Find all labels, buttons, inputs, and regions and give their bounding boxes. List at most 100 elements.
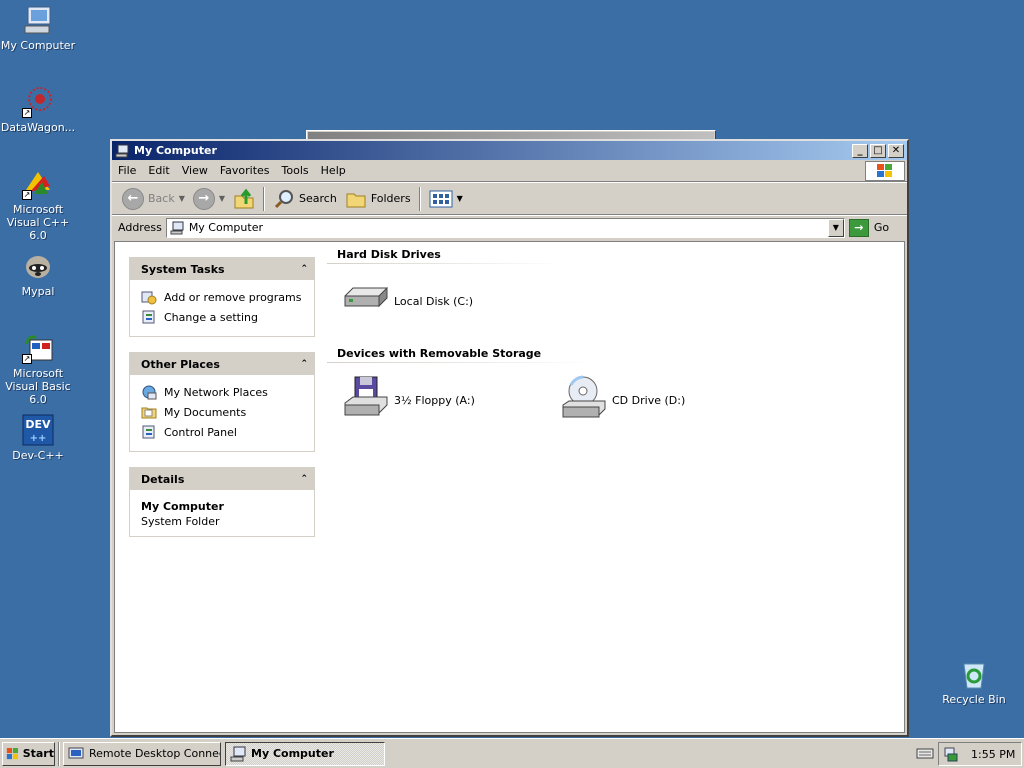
content-pane: System Tasks ⌃ Add or remove programs Ch… [114, 241, 905, 733]
cd-drive-d-item[interactable]: CD Drive (D:) [559, 375, 685, 425]
back-button[interactable]: ← Back ▼ [118, 186, 189, 212]
taskbar-my-computer[interactable]: My Computer [225, 741, 385, 766]
start-button[interactable]: Start [2, 741, 55, 766]
group-divider [327, 263, 563, 264]
title-bar[interactable]: My Computer _ □ ✕ [112, 141, 907, 160]
my-network-places-link[interactable]: My Network Places [141, 382, 304, 402]
menu-favorites[interactable]: Favorites [214, 164, 276, 177]
windows-logo-icon [865, 161, 905, 181]
details-type: System Folder [141, 515, 220, 528]
go-button[interactable]: → Go [848, 218, 889, 237]
menu-edit[interactable]: Edit [142, 164, 175, 177]
system-tasks-header[interactable]: System Tasks ⌃ [130, 258, 314, 280]
svg-text:DEV: DEV [25, 418, 51, 431]
desktop-icon-visual-basic[interactable]: ↗ Microsoft Visual Basic 6.0 [0, 332, 76, 406]
svg-text:++: ++ [30, 433, 47, 444]
control-panel-icon [142, 310, 155, 324]
other-places-header[interactable]: Other Places ⌃ [130, 353, 314, 375]
my-computer-window: My Computer _ □ ✕ File Edit View Favorit… [110, 139, 909, 737]
menu-help[interactable]: Help [315, 164, 352, 177]
documents-folder-icon [141, 407, 157, 419]
toolbar: ← Back ▼ → ▼ Search Folders ▼ [112, 182, 907, 215]
removable-storage-heading: Devices with Removable Storage [337, 347, 542, 360]
window-title: My Computer [134, 144, 217, 157]
address-bar: Address My Computer ▼ → Go [112, 215, 907, 239]
close-button[interactable]: ✕ [888, 143, 904, 158]
desktop-icon-datawagon[interactable]: ↗ DataWagon... [0, 86, 76, 134]
collapse-icon[interactable]: ⌃ [300, 359, 308, 369]
group-divider [327, 362, 595, 363]
taskbar: Start Remote Desktop Connec... My Comput… [0, 738, 1024, 768]
taskbar-separator [58, 741, 60, 766]
search-icon [274, 189, 294, 208]
my-documents-link[interactable]: My Documents [141, 402, 304, 422]
menu-tools[interactable]: Tools [276, 164, 315, 177]
address-dropdown-button[interactable]: ▼ [827, 218, 844, 237]
change-setting-link[interactable]: Change a setting [141, 307, 304, 327]
folder-up-icon [234, 188, 254, 208]
remote-desktop-icon [68, 747, 84, 758]
toolbar-separator [263, 186, 266, 211]
details-header[interactable]: Details ⌃ [130, 468, 314, 490]
mypal-icon [22, 250, 54, 282]
datawagon-icon: ↗ [22, 86, 54, 118]
collapse-icon[interactable]: ⌃ [300, 264, 308, 274]
chevron-down-icon: ▼ [832, 223, 839, 232]
views-button[interactable]: ▼ [425, 186, 467, 212]
hard-disk-icon [344, 286, 388, 308]
forward-button[interactable]: → ▼ [189, 186, 229, 212]
details-panel: Details ⌃ My Computer System Folder [129, 467, 315, 537]
visual-cpp-icon: ↗ [22, 168, 54, 200]
menu-file[interactable]: File [112, 164, 142, 177]
search-button[interactable]: Search [269, 186, 341, 212]
toolbar-separator [418, 186, 421, 211]
system-tasks-panel: System Tasks ⌃ Add or remove programs Ch… [129, 257, 315, 337]
keyboard-icon[interactable] [916, 745, 934, 761]
my-computer-icon [170, 221, 184, 234]
control-panel-link[interactable]: Control Panel [141, 422, 304, 442]
taskbar-remote-desktop[interactable]: Remote Desktop Connec... [63, 741, 221, 766]
up-button[interactable] [229, 186, 259, 212]
add-remove-programs-link[interactable]: Add or remove programs [141, 287, 304, 307]
network-places-icon [142, 385, 157, 400]
details-name: My Computer [141, 500, 224, 513]
cd-drive-icon [562, 375, 606, 418]
my-computer-icon [230, 746, 246, 761]
clock[interactable]: 1:55 PM [971, 748, 1015, 761]
visual-basic-icon: ↗ [22, 332, 54, 364]
hard-disk-drives-heading: Hard Disk Drives [337, 248, 441, 261]
other-places-panel: Other Places ⌃ My Network Places My Docu… [129, 352, 315, 452]
address-input[interactable]: My Computer ▼ [165, 217, 845, 238]
chevron-down-icon: ▼ [218, 194, 226, 203]
folders-button[interactable]: Folders [341, 186, 415, 212]
maximize-button[interactable]: □ [870, 143, 886, 158]
chevron-down-icon: ▼ [178, 194, 185, 203]
address-label: Address [118, 221, 162, 234]
my-computer-icon [115, 144, 129, 157]
menu-bar: File Edit View Favorites Tools Help [112, 160, 907, 182]
menu-view[interactable]: View [176, 164, 214, 177]
folder-icon [346, 193, 366, 207]
maximize-icon: □ [873, 144, 883, 156]
desktop-icon-recycle-bin[interactable]: Recycle Bin [936, 658, 1012, 706]
floppy-drive-icon [344, 376, 388, 416]
close-icon: ✕ [891, 144, 901, 156]
desktop-icon-mypal[interactable]: Mypal [0, 250, 76, 298]
floppy-a-item[interactable]: 3½ Floppy (A:) [341, 375, 475, 425]
control-panel-icon [142, 425, 155, 439]
network-status-icon[interactable] [943, 746, 959, 762]
devcpp-icon: DEV ++ [22, 414, 54, 446]
system-tray: 1:55 PM [938, 742, 1022, 766]
recycle-bin-icon [958, 658, 990, 690]
desktop-icon-devcpp[interactable]: DEV ++ Dev-C++ [0, 414, 76, 462]
forward-arrow-icon: → [192, 187, 215, 210]
minimize-button[interactable]: _ [852, 143, 868, 158]
programs-icon [141, 291, 157, 305]
my-computer-icon [22, 4, 54, 36]
views-icon [429, 190, 453, 207]
collapse-icon[interactable]: ⌃ [300, 474, 308, 484]
windows-flag-icon [6, 747, 18, 759]
desktop-icon-visual-cpp[interactable]: ↗ Microsoft Visual C++ 6.0 [0, 168, 76, 242]
local-disk-c-item[interactable]: Local Disk (C:) [341, 276, 473, 326]
desktop-icon-my-computer[interactable]: My Computer [0, 4, 76, 52]
